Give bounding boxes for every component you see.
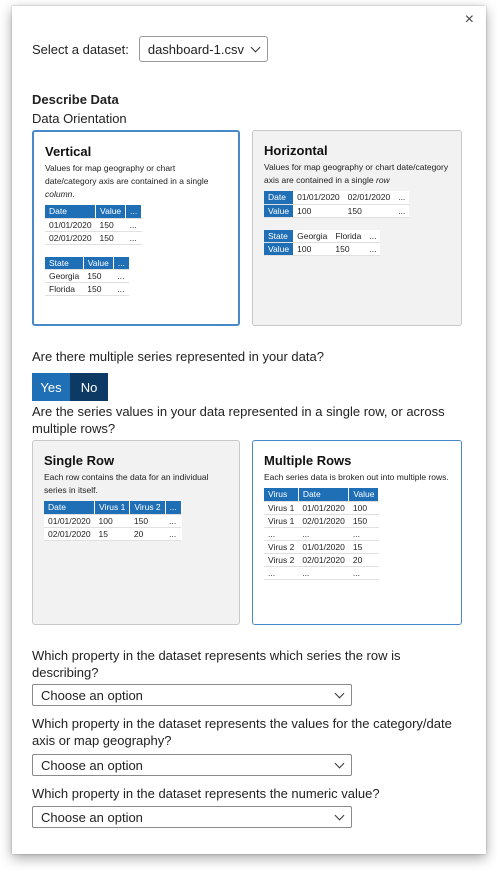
orientation-label: Data Orientation — [32, 111, 127, 126]
single-row-desc: Each row contains the data for an indivi… — [44, 472, 209, 495]
numeric-property-value: Choose an option — [41, 809, 143, 825]
vertical-desc: Values for map geography or chart date/c… — [45, 163, 209, 199]
category-property-value: Choose an option — [41, 757, 143, 773]
q3-label: Which property in the dataset represents… — [32, 786, 380, 801]
chevron-down-icon — [334, 688, 345, 698]
multi-series-question: Are there multiple series represented in… — [32, 349, 324, 364]
multiple-rows-desc: Each series data is broken out into mult… — [264, 472, 449, 482]
q1-label: Which property in the dataset represents… — [32, 648, 401, 680]
horizontal-desc: Values for map geography or chart date/c… — [264, 162, 449, 185]
series-property-value: Choose an option — [41, 687, 143, 703]
single-row-table: Date Virus 1 Virus 2... 01/01/2020 100 150..… — [44, 501, 182, 541]
no-button[interactable]: No — [70, 373, 108, 401]
dataset-value: dashboard-1.csv — [147, 41, 244, 57]
single-row-card[interactable]: Single Row Each row contains the data fo… — [32, 440, 240, 625]
vertical-state-table: State Value... Georgia 150... Florida 150..… — [45, 256, 130, 296]
series-rows-question: Are the series values in your data repre… — [32, 404, 445, 436]
single-row-title: Single Row — [44, 453, 115, 468]
horizontal-card[interactable]: Horizontal Values for map geography or c… — [252, 130, 462, 326]
category-property-select[interactable]: Choose an option — [32, 754, 352, 776]
chevron-down-icon — [334, 810, 345, 820]
dataset-select[interactable]: dashboard-1.csv — [138, 36, 268, 62]
horizontal-date-table: Date 01/01/2020 02/01/2020... Value 100 150.… — [264, 191, 410, 218]
multiple-rows-table: Virus Date Value Virus 1 01/01/2020 100 Viru… — [264, 488, 380, 580]
yes-button[interactable]: Yes — [32, 373, 70, 401]
close-icon[interactable]: × — [465, 12, 474, 28]
vertical-title: Vertical — [45, 144, 92, 159]
horizontal-title: Horizontal — [264, 143, 328, 158]
chevron-down-icon — [250, 42, 261, 52]
multiple-rows-title: Multiple Rows — [264, 453, 352, 468]
describe-title: Describe Data — [32, 92, 119, 107]
chevron-down-icon — [334, 758, 345, 768]
multiple-rows-card[interactable]: Multiple Rows Each series data is broken… — [252, 440, 462, 625]
dialog: × Select a dataset: dashboard-1.csv Desc… — [12, 6, 486, 854]
dataset-label: Select a dataset: — [32, 41, 129, 57]
vertical-card[interactable]: Vertical Values for map geography or cha… — [32, 130, 240, 326]
numeric-property-select[interactable]: Choose an option — [32, 806, 352, 828]
q2-label: Which property in the dataset represents… — [32, 716, 452, 748]
vertical-date-table: Date Value... 01/01/2020 150... 02/01/2020… — [45, 205, 143, 245]
horizontal-state-table: State Georgia Florida... Value 100 150... — [264, 229, 381, 256]
series-property-select[interactable]: Choose an option — [32, 684, 352, 706]
dataset-row: Select a dataset: dashboard-1.csv — [32, 36, 268, 62]
